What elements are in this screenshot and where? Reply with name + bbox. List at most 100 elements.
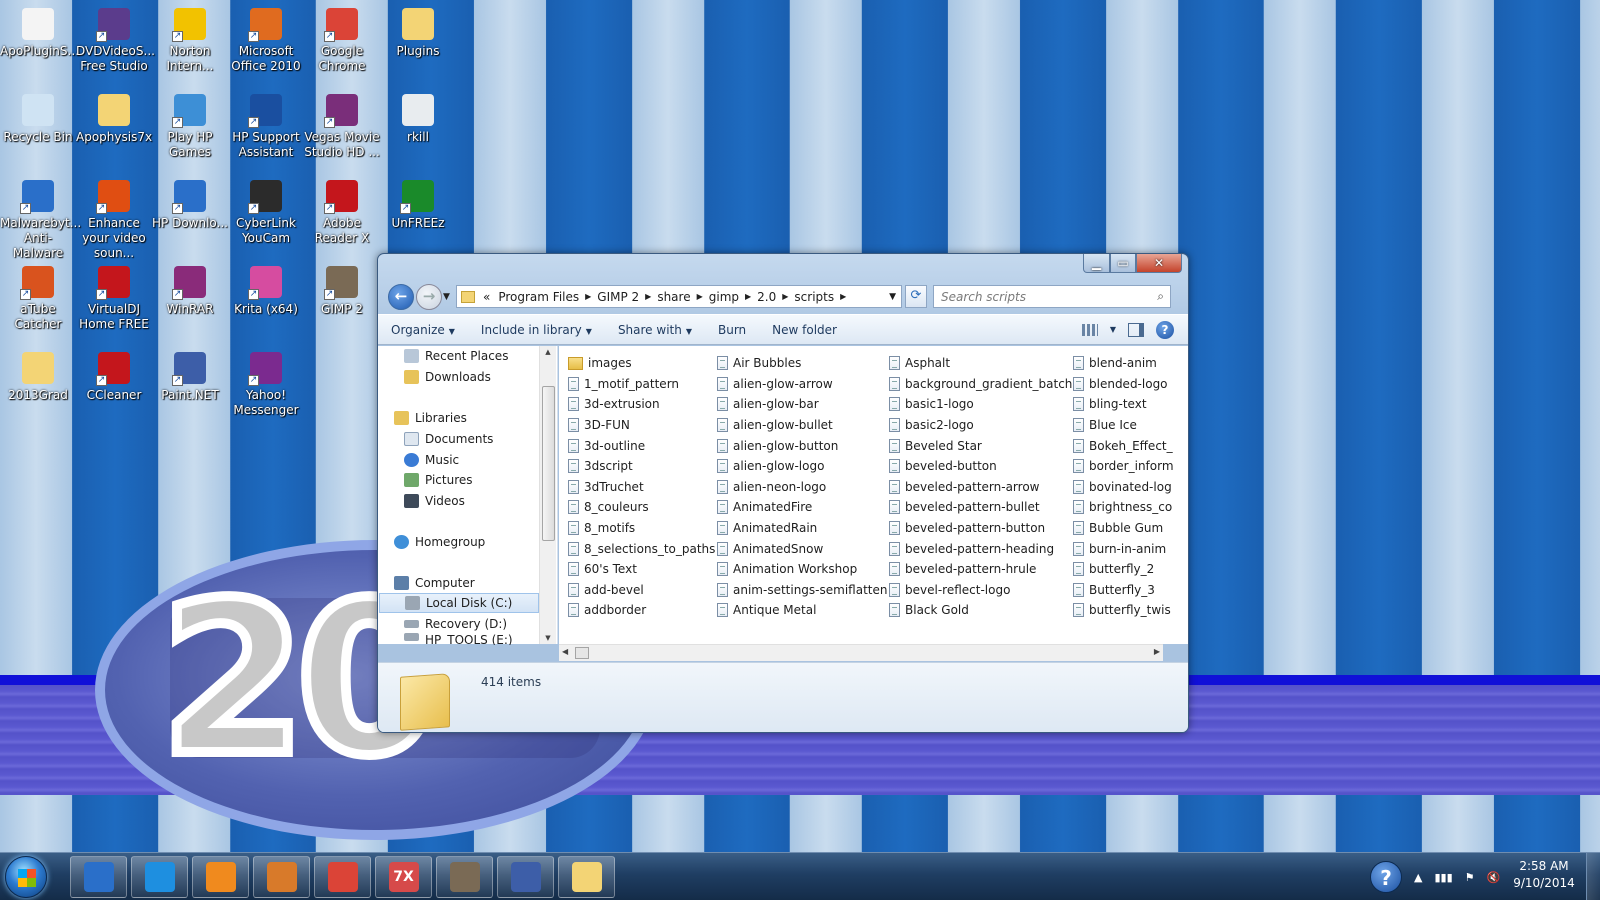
file-item[interactable]: 3dscript — [568, 456, 716, 477]
address-bar[interactable]: « Program Files ▶ GIMP 2 ▶ share ▶ gimp … — [456, 285, 902, 308]
taskbar-button[interactable] — [497, 856, 554, 898]
desktop-icon[interactable]: 2013Grad — [0, 348, 76, 403]
desktop-icon[interactable]: ↗ Enhance your video soun... — [76, 176, 152, 261]
desktop-icon[interactable]: ApoPluginS... — [0, 4, 79, 59]
file-item[interactable]: Blue Ice — [1073, 415, 1188, 436]
chevron-right-icon[interactable]: ▶ — [583, 292, 593, 301]
file-item[interactable]: Bokeh_Effect_ — [1073, 435, 1188, 456]
desktop-icon[interactable]: ↗ Norton Intern... — [152, 4, 228, 74]
file-item[interactable]: 3d-outline — [568, 435, 716, 456]
file-item[interactable]: Butterfly_3 — [1073, 580, 1188, 601]
breadcrumb-program-files[interactable]: Program Files — [494, 290, 583, 304]
file-item[interactable]: Animation Workshop — [717, 559, 887, 580]
file-item[interactable]: AnimatedRain — [717, 518, 887, 539]
new-folder-button[interactable]: New folder — [759, 323, 850, 337]
file-item[interactable]: blended-logo — [1073, 374, 1188, 395]
nav-hp-tools[interactable]: HP_TOOLS (E:) — [404, 633, 513, 645]
nav-pictures[interactable]: Pictures — [404, 470, 473, 490]
file-item[interactable]: bling-text — [1073, 394, 1188, 415]
file-item[interactable]: beveled-pattern-button — [889, 518, 1071, 539]
organize-button[interactable]: Organize ▼ — [378, 323, 468, 337]
file-item[interactable]: Black Gold — [889, 600, 1071, 621]
desktop-icon[interactable]: ↗ Paint.NET — [152, 348, 228, 403]
file-item[interactable]: alien-glow-bullet — [717, 415, 887, 436]
file-item[interactable]: beveled-pattern-bullet — [889, 497, 1071, 518]
breadcrumb-overflow[interactable]: « — [479, 290, 494, 304]
help-icon[interactable]: ? — [1370, 861, 1402, 893]
breadcrumb-share[interactable]: share — [653, 290, 694, 304]
scrollbar-thumb[interactable] — [542, 386, 555, 541]
file-item[interactable]: images — [568, 353, 716, 374]
file-item[interactable]: beveled-pattern-arrow — [889, 477, 1071, 498]
file-item[interactable]: 3dTruchet — [568, 477, 716, 498]
chevron-right-icon[interactable]: ▶ — [743, 292, 753, 301]
desktop-icon[interactable]: ↗ Google Chrome — [304, 4, 380, 74]
file-item[interactable]: Air Bubbles — [717, 353, 887, 374]
nav-computer[interactable]: Computer — [394, 573, 475, 593]
desktop-icon[interactable]: ↗ Adobe Reader X — [304, 176, 380, 246]
desktop-icon[interactable]: ↗ VirtualDJ Home FREE — [76, 262, 152, 332]
start-button[interactable] — [5, 856, 47, 898]
nav-recovery[interactable]: Recovery (D:) — [404, 614, 507, 634]
file-item[interactable]: blend-anim — [1073, 353, 1188, 374]
desktop-icon[interactable]: Recycle Bin — [0, 90, 76, 145]
file-item[interactable]: Asphalt — [889, 353, 1071, 374]
desktop-icon[interactable]: ↗ Vegas Movie Studio HD ... — [304, 90, 380, 160]
file-item[interactable]: AnimatedFire — [717, 497, 887, 518]
desktop-icon[interactable]: ↗ aTube Catcher — [0, 262, 76, 332]
file-item[interactable]: anim-settings-semiflatten — [717, 580, 887, 601]
file-item[interactable]: bevel-reflect-logo — [889, 580, 1071, 601]
desktop-icon[interactable]: ↗ Microsoft Office 2010 — [228, 4, 304, 74]
volume-muted-icon[interactable]: 🔇 — [1487, 871, 1501, 884]
taskbar-button[interactable] — [192, 856, 249, 898]
desktop-icon[interactable]: ↗ HP Downlo... — [152, 176, 228, 231]
nav-homegroup[interactable]: Homegroup — [394, 532, 485, 552]
search-icon[interactable]: ⌕ — [1157, 289, 1164, 304]
share-with-button[interactable]: Share with ▼ — [605, 323, 705, 337]
taskbar-button[interactable] — [558, 856, 615, 898]
search-input[interactable]: Search scripts ⌕ — [933, 285, 1171, 308]
file-item[interactable]: bovinated-log — [1073, 477, 1188, 498]
file-item[interactable]: Beveled Star — [889, 435, 1071, 456]
chevron-down-icon[interactable]: ▼ — [884, 292, 901, 302]
scroll-left-icon[interactable]: ◀ — [562, 647, 568, 656]
desktop-icon[interactable]: ↗ UnFREEz — [380, 176, 456, 231]
file-item[interactable]: alien-glow-button — [717, 435, 887, 456]
scroll-right-icon[interactable]: ▶ — [1154, 647, 1160, 656]
taskbar-button[interactable] — [131, 856, 188, 898]
file-item[interactable]: AnimatedSnow — [717, 538, 887, 559]
show-desktop-button[interactable] — [1586, 853, 1600, 900]
file-item[interactable]: butterfly_twis — [1073, 600, 1188, 621]
explorer-window[interactable]: ▁ ▭ ✕ ← → ▼ « Program Files ▶ GIMP 2 ▶ s… — [377, 253, 1189, 733]
close-button[interactable]: ✕ — [1136, 254, 1182, 273]
scroll-down-icon[interactable]: ▼ — [540, 634, 556, 642]
desktop-icon[interactable]: ↗ CyberLink YouCam — [228, 176, 304, 246]
forward-button[interactable]: → — [416, 284, 442, 310]
desktop-icon[interactable]: Apophysis7x — [76, 90, 152, 145]
desktop-icon[interactable]: ↗ WinRAR — [152, 262, 228, 317]
breadcrumb-2-0[interactable]: 2.0 — [753, 290, 780, 304]
file-item[interactable]: 1_motif_pattern — [568, 374, 716, 395]
refresh-button[interactable]: ⟳ — [905, 285, 927, 308]
nav-libraries[interactable]: Libraries — [394, 408, 467, 428]
include-in-library-button[interactable]: Include in library ▼ — [468, 323, 605, 337]
breadcrumb-scripts[interactable]: scripts — [790, 290, 838, 304]
taskbar-clock[interactable]: 2:58 AM 9/10/2014 — [1513, 858, 1575, 892]
minimize-button[interactable]: ▁ — [1083, 254, 1110, 273]
taskbar-button[interactable] — [436, 856, 493, 898]
file-item[interactable]: add-bevel — [568, 580, 716, 601]
preview-pane-icon[interactable] — [1128, 322, 1144, 337]
maximize-button[interactable]: ▭ — [1110, 254, 1136, 273]
file-item[interactable]: alien-glow-arrow — [717, 374, 887, 395]
chevron-right-icon[interactable]: ▶ — [643, 292, 653, 301]
file-item[interactable]: basic2-logo — [889, 415, 1071, 436]
file-item[interactable]: burn-in-anim — [1073, 538, 1188, 559]
file-item[interactable]: border_inform — [1073, 456, 1188, 477]
nav-downloads[interactable]: Downloads — [404, 367, 491, 387]
scrollbar-thumb[interactable] — [575, 647, 589, 659]
show-hidden-icons-icon[interactable]: ▲ — [1414, 871, 1422, 884]
help-icon[interactable]: ? — [1156, 320, 1174, 339]
file-item[interactable]: 8_selections_to_paths — [568, 538, 716, 559]
file-item[interactable]: Bubble Gum — [1073, 518, 1188, 539]
file-item[interactable]: basic1-logo — [889, 394, 1071, 415]
